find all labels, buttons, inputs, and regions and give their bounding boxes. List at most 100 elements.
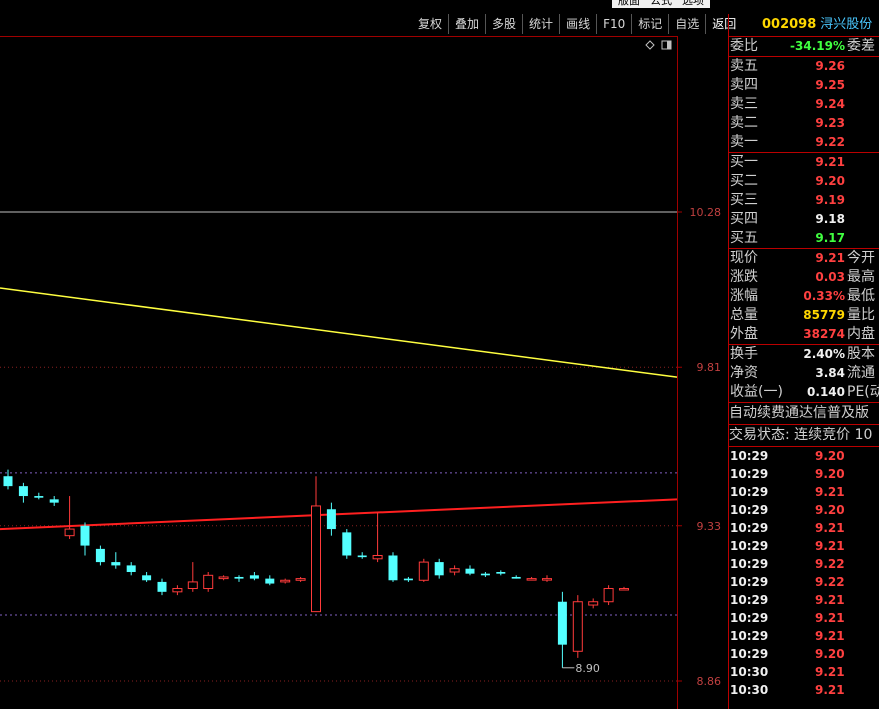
buy-orders: 买一 9.21 买二 9.20 买三 9.19 买四 9.18 买五 9.17 <box>729 152 879 248</box>
fund-stat-label2: 流通 <box>847 365 875 381</box>
stock-header[interactable]: 002098 浔兴股份 <box>729 14 879 36</box>
candle-body <box>142 575 152 581</box>
fund-stat-value: 3.84 <box>815 366 845 380</box>
candle-body <box>218 576 229 580</box>
promo-banner[interactable]: 自动续费通达信普及版 <box>729 402 879 424</box>
tick-price: 9.21 <box>815 521 845 535</box>
candle-body <box>418 561 429 581</box>
buy-level: 买四 9.18 <box>729 210 879 229</box>
candle-body <box>342 532 352 556</box>
tick-time: 10:29 <box>730 539 769 553</box>
fund-stat-label: 收益(一) <box>730 384 783 400</box>
candle-body <box>465 568 475 574</box>
quote-stat-label: 现价 <box>730 250 758 266</box>
quote-stat: 现价 9.21 今开 <box>729 249 879 268</box>
sell-level-value: 9.25 <box>815 78 845 92</box>
diamond-icon <box>645 40 655 50</box>
toolbar-button[interactable]: 叠加 <box>448 14 485 34</box>
top-menu: 版面 公式 选项 <box>612 0 710 8</box>
quote-stat: 外盘 38274 内盘 <box>729 325 879 344</box>
quote-stat: 总量 85779 量比 <box>729 306 879 325</box>
top-menu-item[interactable]: 版面 <box>618 0 640 8</box>
tick-price: 9.20 <box>815 647 845 661</box>
fund-stat: 换手 2.40% 股本 <box>729 345 879 364</box>
ma-line-yellow <box>0 287 678 378</box>
buy-level-label: 买二 <box>730 173 758 189</box>
sell-level-label: 卖一 <box>730 134 758 150</box>
candle-body <box>526 578 537 581</box>
tick-time: 10:29 <box>730 575 769 589</box>
candle-body <box>572 601 583 652</box>
tick-row: 10:30 9.21 <box>729 663 879 681</box>
tick-price: 9.21 <box>815 611 845 625</box>
toolbar-button[interactable]: 复权 <box>412 14 448 34</box>
buy-level: 买三 9.19 <box>729 191 879 210</box>
sell-level-value: 9.22 <box>815 135 845 149</box>
candle-body <box>388 555 398 581</box>
candle-body <box>95 548 105 563</box>
toolbar-button[interactable]: 自选 <box>668 14 705 34</box>
candle-body <box>542 578 552 581</box>
weibi-row: 委比 -34.19% 委差 <box>729 36 879 56</box>
candle-body <box>619 588 629 591</box>
tick-price: 9.21 <box>815 665 845 679</box>
candle-body <box>249 575 259 579</box>
toolbar-button[interactable]: 多股 <box>485 14 522 34</box>
buy-level-label: 买三 <box>730 192 758 208</box>
tick-price: 9.21 <box>815 485 845 499</box>
fund-stat-value: 2.40% <box>803 347 845 361</box>
sell-level: 卖五 9.26 <box>729 57 879 76</box>
sell-level-value: 9.24 <box>815 97 845 111</box>
quote-stat-label2: 今开 <box>847 250 875 266</box>
top-strip <box>0 0 879 10</box>
toolbar-button[interactable]: F10 <box>596 14 631 34</box>
sell-level: 卖四 9.25 <box>729 76 879 95</box>
tick-time: 10:30 <box>730 683 769 697</box>
sell-level-value: 9.26 <box>815 59 845 73</box>
candlestick-chart[interactable]: 10.28 9.81 9.33 8.86 8.90 <box>0 36 728 709</box>
tick-time: 10:29 <box>730 611 769 625</box>
tick-list[interactable]: 10:29 9.20 10:29 9.20 10:29 9.21 10:29 9.20 10:2… <box>729 446 879 699</box>
tick-time: 10:29 <box>730 557 769 571</box>
tick-time: 10:29 <box>730 629 769 643</box>
candle-body <box>434 562 444 576</box>
tick-row: 10:29 9.21 <box>729 591 879 609</box>
candle-body <box>588 601 599 606</box>
sell-level-label: 卖二 <box>730 115 758 131</box>
candle-body <box>3 476 13 487</box>
buy-level-label: 买一 <box>730 154 758 170</box>
sell-level: 卖一 9.22 <box>729 133 879 152</box>
buy-level: 买一 9.21 <box>729 153 879 172</box>
sell-level: 卖三 9.24 <box>729 95 879 114</box>
toolbar-button[interactable]: 统计 <box>522 14 559 34</box>
tick-row: 10:29 9.21 <box>729 537 879 555</box>
candle-body <box>311 505 321 613</box>
tick-time: 10:29 <box>730 449 769 463</box>
candle-body <box>372 554 383 560</box>
tick-time: 10:29 <box>730 593 769 607</box>
candle-body <box>265 578 275 584</box>
tick-row: 10:29 9.21 <box>729 627 879 645</box>
candle-body <box>172 588 183 593</box>
quote-panel: 002098 浔兴股份 委比 -34.19% 委差 卖五 9.26 卖四 9.25 卖三 9… <box>728 14 879 709</box>
toolbar-button[interactable]: 标记 <box>631 14 668 34</box>
top-menu-item[interactable]: 公式 <box>650 0 672 8</box>
buy-level: 买二 9.20 <box>729 172 879 191</box>
weibi-value: -34.19% <box>790 39 845 53</box>
top-menu-item[interactable]: 选项 <box>682 0 704 8</box>
stock-code: 002098 <box>762 17 817 32</box>
trade-status: 交易状态: 连续竞价 10 <box>729 424 879 446</box>
candle-body <box>64 528 75 537</box>
candle-body <box>111 562 121 566</box>
fund-stat-label: 换手 <box>730 346 758 362</box>
quote-stat-label: 涨跌 <box>730 269 758 285</box>
fundamental-stats: 换手 2.40% 股本 净资 3.84 流通 收益(一) 0.140 PE(动 <box>729 344 879 402</box>
candle-body <box>49 499 59 503</box>
fund-stat-value: 0.140 <box>807 385 845 399</box>
toolbar-button[interactable]: 画线 <box>559 14 596 34</box>
sell-level-label: 卖三 <box>730 96 758 112</box>
sell-level-label: 卖四 <box>730 77 758 93</box>
sell-level: 卖二 9.23 <box>729 114 879 133</box>
candle-body <box>603 588 614 603</box>
sell-orders: 卖五 9.26 卖四 9.25 卖三 9.24 卖二 9.23 卖一 9.22 <box>729 56 879 152</box>
